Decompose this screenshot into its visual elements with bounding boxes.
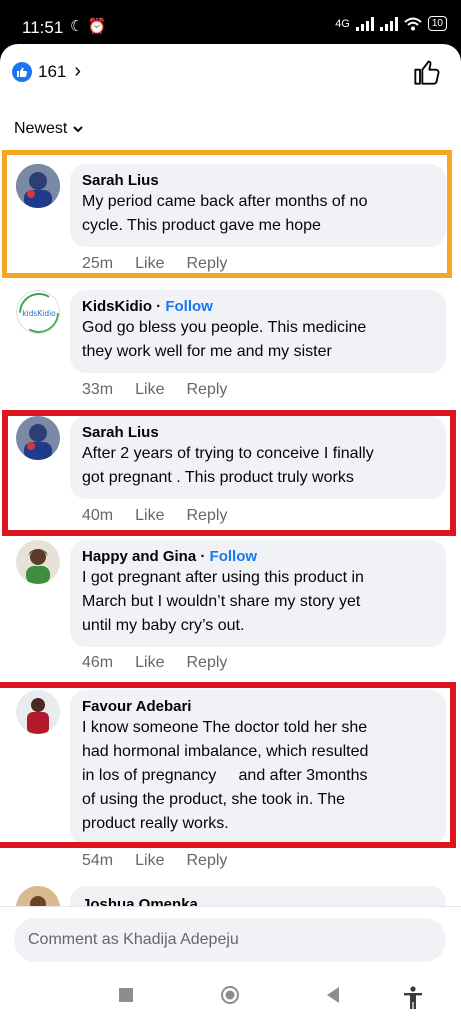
divider xyxy=(0,906,461,907)
comment-author[interactable]: Sarah Lius xyxy=(82,172,434,189)
comment-bubble: Sarah Lius After 2 years of trying to co… xyxy=(70,416,446,499)
avatar[interactable] xyxy=(16,690,60,734)
comment-text: I know someone The doctor told her she h… xyxy=(82,719,369,832)
like-reaction-icon xyxy=(12,61,32,82)
signal-icon xyxy=(355,16,374,31)
comment-text: God go bless you people. This medicine t… xyxy=(82,319,367,360)
comment-time: 46m xyxy=(82,654,114,671)
comment-bubble: Joshua Omenka xyxy=(70,886,446,906)
reply-button[interactable]: Reply xyxy=(186,852,227,870)
avatar[interactable] xyxy=(16,164,60,208)
dnd-moon-icon: ☾ ⏰ xyxy=(70,18,107,35)
comment-author[interactable]: Happy and Gina xyxy=(82,548,196,565)
comment-author[interactable]: Sarah Lius xyxy=(82,424,434,441)
comment-bubble: Favour Adebari I know someone The doctor… xyxy=(70,690,446,845)
like-button[interactable]: Like xyxy=(135,255,164,273)
reply-button[interactable]: Reply xyxy=(186,654,227,672)
like-button[interactable]: Like xyxy=(135,381,164,399)
home-circle-icon[interactable] xyxy=(219,986,241,1008)
comment-author[interactable]: Favour Adebari xyxy=(82,698,434,715)
avatar[interactable]: kidsKidio xyxy=(16,290,60,334)
reactions-summary[interactable]: 161 › xyxy=(12,60,81,83)
comment-bubble: Sarah Lius My period came back after mon… xyxy=(70,164,446,247)
reaction-count: 161 xyxy=(38,61,67,81)
like-button[interactable]: Like xyxy=(135,507,164,525)
accessibility-icon[interactable] xyxy=(402,986,424,1010)
comment-actions: 54m Like Reply xyxy=(82,852,249,870)
status-time: 11:51 xyxy=(22,18,64,37)
follow-button[interactable]: Follow xyxy=(210,548,258,565)
avatar[interactable] xyxy=(16,540,60,584)
comment-actions: 46m Like Reply xyxy=(82,654,249,672)
reply-button[interactable]: Reply xyxy=(186,381,227,399)
comment-time: 33m xyxy=(82,381,114,398)
battery-icon: 10 xyxy=(427,16,447,31)
like-button[interactable]: Like xyxy=(135,852,164,870)
signal-icon-2 xyxy=(379,16,398,31)
comments-sheet: 161 › Newest Sarah Lius My period came b… xyxy=(0,44,461,1024)
reply-button[interactable]: Reply xyxy=(186,255,227,273)
comment-time: 54m xyxy=(82,852,114,869)
avatar[interactable] xyxy=(16,886,60,906)
comment-input[interactable]: Comment as Khadija Adepeju xyxy=(14,918,446,962)
comment-actions: 40m Like Reply xyxy=(82,507,249,525)
sort-label: Newest xyxy=(14,120,68,137)
chevron-down-icon xyxy=(73,125,84,132)
sort-dropdown[interactable]: Newest xyxy=(14,120,84,138)
comment-time: 40m xyxy=(82,507,114,524)
comment-author[interactable]: Joshua Omenka xyxy=(82,896,434,906)
comment-time: 25m xyxy=(82,255,114,272)
follow-button[interactable]: Follow xyxy=(165,298,213,315)
status-bar: 11:51 ☾ ⏰ 4G 10 xyxy=(0,0,461,44)
avatar[interactable] xyxy=(16,416,60,460)
comment-item: Joshua Omenka xyxy=(0,886,461,906)
like-thumb-icon[interactable] xyxy=(413,58,441,86)
comment-text: I got pregnant after using this product … xyxy=(82,569,364,634)
wifi-icon xyxy=(404,17,422,30)
reply-button[interactable]: Reply xyxy=(186,507,227,525)
comment-author[interactable]: KidsKidio xyxy=(82,298,152,315)
comment-bubble: KidsKidio · Follow God go bless you peop… xyxy=(70,290,446,373)
network-type: 4G xyxy=(335,17,350,30)
comment-actions: 25m Like Reply xyxy=(82,255,249,273)
kidskidio-logo-text: kidsKidio xyxy=(22,309,56,318)
comment-text: My period came back after months of no c… xyxy=(82,193,368,234)
comment-text: After 2 years of trying to conceive I fi… xyxy=(82,445,374,486)
system-nav-bar xyxy=(0,974,461,1024)
comment-bubble: Happy and Gina · Follow I got pregnant a… xyxy=(70,540,446,647)
recents-square-icon[interactable] xyxy=(117,986,135,1004)
chevron-right-icon: › xyxy=(74,60,82,82)
comment-actions: 33m Like Reply xyxy=(82,381,249,399)
back-triangle-icon[interactable] xyxy=(325,986,341,1004)
like-button[interactable]: Like xyxy=(135,654,164,672)
